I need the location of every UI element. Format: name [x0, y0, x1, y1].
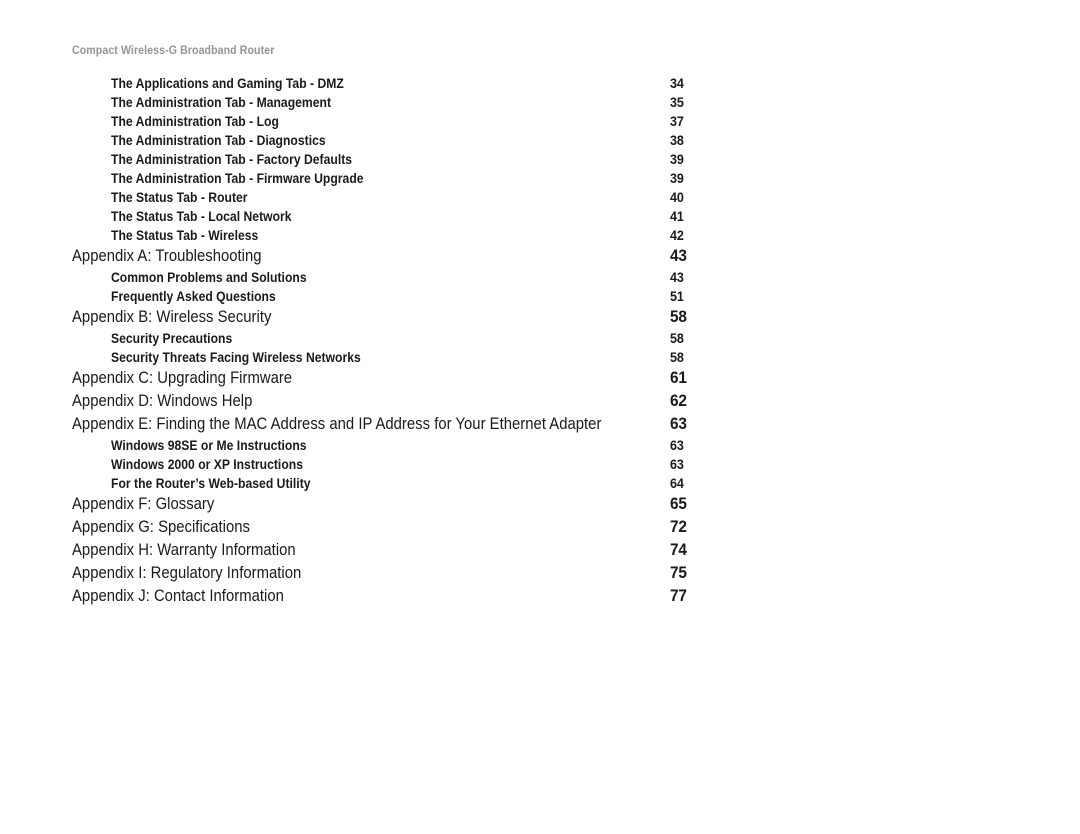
toc-entry[interactable]: The Applications and Gaming Tab - DMZ 34	[0, 76, 1080, 95]
toc-entry-title: The Administration Tab - Management	[111, 95, 332, 110]
toc-entry-title: Appendix I: Regulatory Information	[72, 564, 302, 582]
toc-entry-title: The Status Tab - Router	[111, 190, 248, 205]
toc-entry-page-number: 75	[670, 564, 687, 582]
toc-entry-title: Appendix C: Upgrading Firmware	[72, 369, 293, 387]
toc-entry[interactable]: The Administration Tab - Log 37	[0, 114, 1080, 133]
toc-entry-title: Common Problems and Solutions	[111, 270, 307, 285]
toc-entry-page-number: 58	[670, 308, 687, 326]
toc-entry-title: Security Threats Facing Wireless Network…	[111, 350, 361, 365]
toc-entry[interactable]: Appendix B: Wireless Security 58	[0, 308, 1080, 331]
toc-entry-page-number: 62	[670, 392, 687, 410]
toc-entry[interactable]: For the Router’s Web-based Utility 64	[0, 476, 1080, 495]
toc-entry[interactable]: Appendix J: Contact Information 77	[0, 587, 1080, 610]
toc-entry[interactable]: Appendix A: Troubleshooting 43	[0, 247, 1080, 270]
toc-entry-title: Security Precautions	[111, 331, 233, 346]
toc-entry-page-number: 58	[670, 350, 684, 365]
toc-entry-page-number: 58	[670, 331, 684, 346]
toc-entry-page-number: 64	[670, 476, 684, 491]
toc-entry-page-number: 38	[670, 133, 684, 148]
toc-entry[interactable]: Frequently Asked Questions 51	[0, 289, 1080, 308]
toc-entry-page-number: 74	[670, 541, 687, 559]
toc-entry-page-number: 40	[670, 190, 684, 205]
toc-entry[interactable]: The Administration Tab - Management 35	[0, 95, 1080, 114]
running-header-title: Compact Wireless-G Broadband Router	[72, 45, 275, 57]
toc-entry-page-number: 77	[670, 587, 687, 605]
toc-entry-title: Appendix A: Troubleshooting	[72, 247, 262, 265]
toc-entry-title: Appendix D: Windows Help	[72, 392, 253, 410]
toc-entry-title: Appendix B: Wireless Security	[72, 308, 272, 326]
toc-entry[interactable]: Appendix I: Regulatory Information 75	[0, 564, 1080, 587]
toc-entry-page-number: 65	[670, 495, 687, 513]
toc-entry[interactable]: Windows 98SE or Me Instructions 63	[0, 438, 1080, 457]
toc-entry-page-number: 63	[670, 415, 687, 433]
toc-entry-page-number: 41	[670, 209, 684, 224]
toc-entry-title: The Administration Tab - Firmware Upgrad…	[111, 171, 364, 186]
toc-entry[interactable]: Appendix E: Finding the MAC Address and …	[0, 415, 1080, 438]
toc-entry-title: The Status Tab - Local Network	[111, 209, 292, 224]
toc-entry-title: Appendix G: Specifications	[72, 518, 250, 536]
toc-entry-page-number: 37	[670, 114, 684, 129]
toc-entry[interactable]: Appendix H: Warranty Information 74	[0, 541, 1080, 564]
toc-entry-title: The Applications and Gaming Tab - DMZ	[111, 76, 344, 91]
toc-entry-title: The Administration Tab - Diagnostics	[111, 133, 326, 148]
toc-entry[interactable]: Security Threats Facing Wireless Network…	[0, 350, 1080, 369]
toc-entry-title: The Status Tab - Wireless	[111, 228, 259, 243]
toc-entry[interactable]: Windows 2000 or XP Instructions 63	[0, 457, 1080, 476]
toc-entry-title: The Administration Tab - Factory Default…	[111, 152, 353, 167]
toc-entry-page-number: 42	[670, 228, 684, 243]
toc-entry-page-number: 51	[670, 289, 684, 304]
toc-entry-title: Windows 98SE or Me Instructions	[111, 438, 307, 453]
toc-entry[interactable]: The Administration Tab - Firmware Upgrad…	[0, 171, 1080, 190]
toc-entry-title: Appendix F: Glossary	[72, 495, 215, 513]
toc-entry[interactable]: Appendix D: Windows Help 62	[0, 392, 1080, 415]
toc-entry[interactable]: Appendix G: Specifications 72	[0, 518, 1080, 541]
toc-entry-title: Frequently Asked Questions	[111, 289, 276, 304]
toc-entry[interactable]: The Status Tab - Router 40	[0, 190, 1080, 209]
toc-entry[interactable]: Appendix F: Glossary 65	[0, 495, 1080, 518]
toc-entry-title: Windows 2000 or XP Instructions	[111, 457, 303, 472]
toc-entry-page-number: 43	[670, 247, 687, 265]
toc-entry[interactable]: The Status Tab - Wireless 42	[0, 228, 1080, 247]
toc-entry-page-number: 72	[670, 518, 687, 536]
table-of-contents: The Applications and Gaming Tab - DMZ 34 T…	[0, 76, 1080, 610]
toc-entry-page-number: 61	[670, 369, 687, 387]
toc-entry-page-number: 63	[670, 457, 684, 472]
toc-entry-page-number: 63	[670, 438, 684, 453]
toc-entry[interactable]: The Status Tab - Local Network 41	[0, 209, 1080, 228]
toc-entry[interactable]: The Administration Tab - Factory Default…	[0, 152, 1080, 171]
toc-entry[interactable]: Security Precautions 58	[0, 331, 1080, 350]
document-page: Compact Wireless-G Broadband Router The …	[0, 0, 1080, 834]
toc-entry-page-number: 39	[670, 171, 684, 186]
toc-entry[interactable]: Common Problems and Solutions 43	[0, 270, 1080, 289]
toc-entry[interactable]: Appendix C: Upgrading Firmware 61	[0, 369, 1080, 392]
toc-entry-page-number: 35	[670, 95, 684, 110]
toc-entry-title: For the Router’s Web-based Utility	[111, 476, 311, 491]
toc-entry-page-number: 43	[670, 270, 684, 285]
toc-entry-title: Appendix J: Contact Information	[72, 587, 284, 605]
toc-entry-page-number: 34	[670, 76, 684, 91]
toc-entry-page-number: 39	[670, 152, 684, 167]
toc-entry-title: Appendix H: Warranty Information	[72, 541, 296, 559]
toc-entry[interactable]: The Administration Tab - Diagnostics 38	[0, 133, 1080, 152]
toc-entry-title: The Administration Tab - Log	[111, 114, 279, 129]
toc-entry-title: Appendix E: Finding the MAC Address and …	[72, 415, 602, 433]
